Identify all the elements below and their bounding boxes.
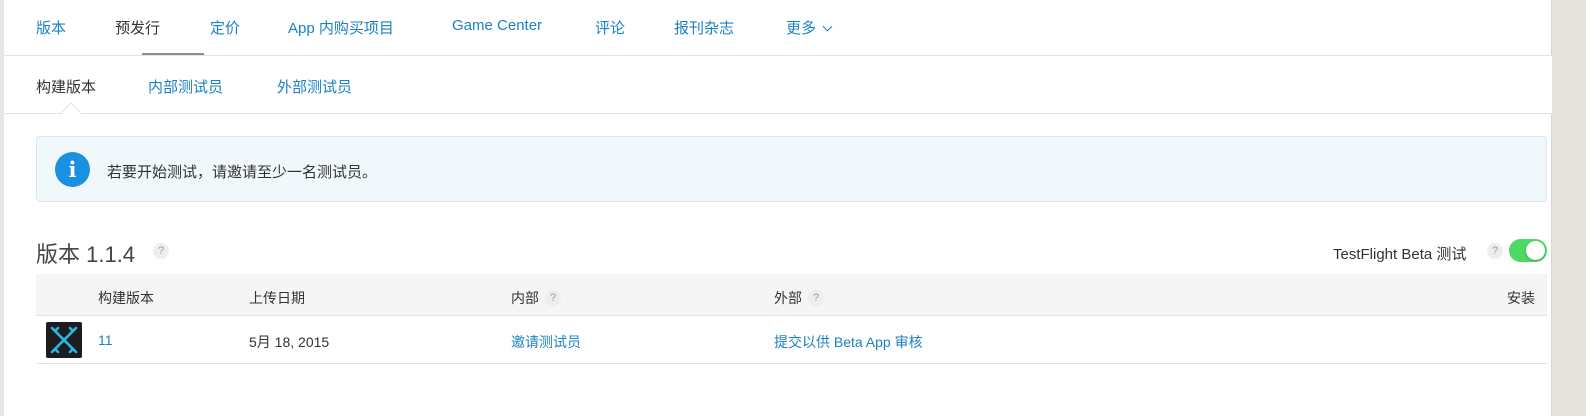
external-help-icon[interactable]: ? [808, 290, 824, 307]
tab-prerelease[interactable]: 预发行 [115, 17, 160, 38]
version-title: 版本 1.1.4 [36, 242, 136, 267]
top-nav: 版本 预发行 定价 App 内购买项目 Game Center 评论 报刊杂志 … [4, 0, 1552, 56]
builds-table-header: 构建版本 上传日期 内部? 外部? 安装 [36, 274, 1547, 316]
info-icon: i [55, 152, 90, 187]
active-subtab-caret [61, 102, 81, 122]
tab-more[interactable]: 更多 [786, 17, 833, 38]
upload-date: 5月 18, 2015 [249, 334, 330, 350]
app-window: 版本 预发行 定价 App 内购买项目 Game Center 评论 报刊杂志 … [0, 0, 1586, 416]
window-right-edge [1552, 0, 1586, 416]
testflight-help-icon[interactable]: ? [1487, 243, 1503, 259]
tab-versions[interactable]: 版本 [36, 17, 66, 38]
subtab-internal-testers[interactable]: 内部测试员 [148, 76, 223, 97]
tab-more-label: 更多 [786, 20, 817, 37]
column-header-installs: 安装 [1507, 290, 1535, 306]
build-number-link[interactable]: 11 [98, 332, 113, 348]
active-tab-underline [142, 53, 204, 55]
submit-beta-review-link[interactable]: 提交以供 Beta App 审核 [774, 332, 923, 352]
tab-reviews[interactable]: 评论 [595, 17, 625, 38]
app-icon [46, 322, 82, 358]
testflight-toggle[interactable] [1509, 239, 1547, 262]
tab-pricing[interactable]: 定价 [210, 17, 240, 38]
version-help-icon[interactable]: ? [153, 243, 169, 259]
column-header-build[interactable]: 构建版本 [98, 288, 154, 308]
tab-newsstand[interactable]: 报刊杂志 [674, 17, 734, 38]
table-row: 11 5月 18, 2015 邀请测试员 提交以供 Beta App 审核 [36, 316, 1547, 364]
app-logo-icon [50, 326, 78, 354]
sub-nav: 构建版本 内部测试员 外部测试员 [4, 56, 1552, 122]
toggle-knob [1526, 241, 1545, 260]
invite-testers-link[interactable]: 邀请测试员 [511, 332, 581, 352]
subtab-external-testers[interactable]: 外部测试员 [277, 76, 352, 97]
internal-help-icon[interactable]: ? [545, 290, 561, 307]
column-header-internal-label: 内部 [511, 290, 539, 306]
column-header-external-label: 外部 [774, 290, 802, 306]
chevron-down-icon [822, 21, 833, 32]
column-header-upload-date[interactable]: 上传日期 [249, 288, 305, 308]
info-banner-text: 若要开始测试，请邀请至少一名测试员。 [107, 164, 378, 181]
info-banner: i 若要开始测试，请邀请至少一名测试员。 [36, 136, 1547, 202]
tab-game-center[interactable]: Game Center [452, 17, 542, 34]
testflight-label: TestFlight Beta 测试 [1333, 246, 1467, 263]
tab-in-app-purchases[interactable]: App 内购买项目 [288, 17, 394, 38]
subtab-builds[interactable]: 构建版本 [36, 76, 96, 97]
column-header-internal: 内部? [511, 288, 561, 308]
column-header-external: 外部? [774, 288, 824, 308]
